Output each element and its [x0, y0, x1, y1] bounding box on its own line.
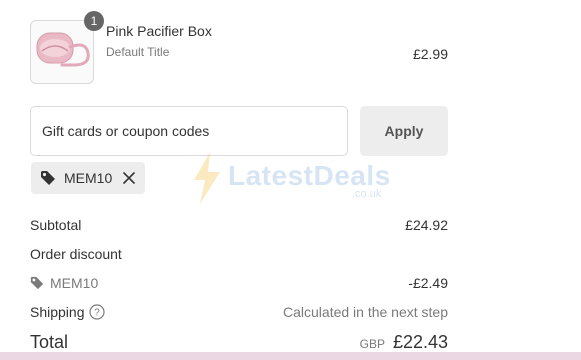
- tag-icon: [41, 171, 55, 185]
- help-icon[interactable]: ?: [89, 304, 105, 320]
- subtotal-row: Subtotal £24.92: [30, 217, 448, 233]
- lightning-bolt-icon: [194, 152, 220, 204]
- subtotal-label: Subtotal: [30, 217, 82, 233]
- watermark-logo: LatestDeals .co.uk: [188, 152, 398, 208]
- product-variant: Default Title: [106, 45, 170, 59]
- total-amount: £22.43: [392, 332, 448, 352]
- total-label: Total: [30, 332, 69, 352]
- bottom-strip: [0, 352, 581, 360]
- discount-code: MEM10: [50, 275, 99, 291]
- applied-coupon-code: MEM10: [64, 170, 113, 186]
- shipping-value: Calculated in the next step: [283, 304, 448, 320]
- apply-button[interactable]: Apply: [360, 106, 448, 156]
- product-name: Pink Pacifier Box: [106, 23, 212, 39]
- discount-value: -£2.49: [408, 275, 448, 291]
- product-price: £2.99: [412, 46, 448, 62]
- applied-coupon-chip: MEM10: [31, 162, 145, 194]
- shipping-label: Shipping: [30, 304, 85, 320]
- quantity-badge: 1: [84, 11, 104, 31]
- order-discount-label: Order discount: [30, 246, 122, 262]
- subtotal-value: £24.92: [405, 217, 448, 233]
- pacifier-box-icon: [36, 32, 90, 67]
- shipping-row: Shipping ? Calculated in the next step: [30, 304, 448, 320]
- order-discount-row: Order discount: [30, 246, 448, 262]
- total-currency: GBP: [359, 337, 385, 351]
- close-icon[interactable]: [122, 171, 136, 185]
- svg-text:?: ?: [94, 308, 100, 319]
- line-item: 1 Pink Pacifier Box Default Title £2.99: [30, 11, 448, 84]
- coupon-input[interactable]: [30, 106, 348, 156]
- tag-icon: [30, 276, 44, 290]
- watermark-domain: .co.uk: [352, 188, 382, 200]
- product-thumbnail: 1: [30, 11, 104, 84]
